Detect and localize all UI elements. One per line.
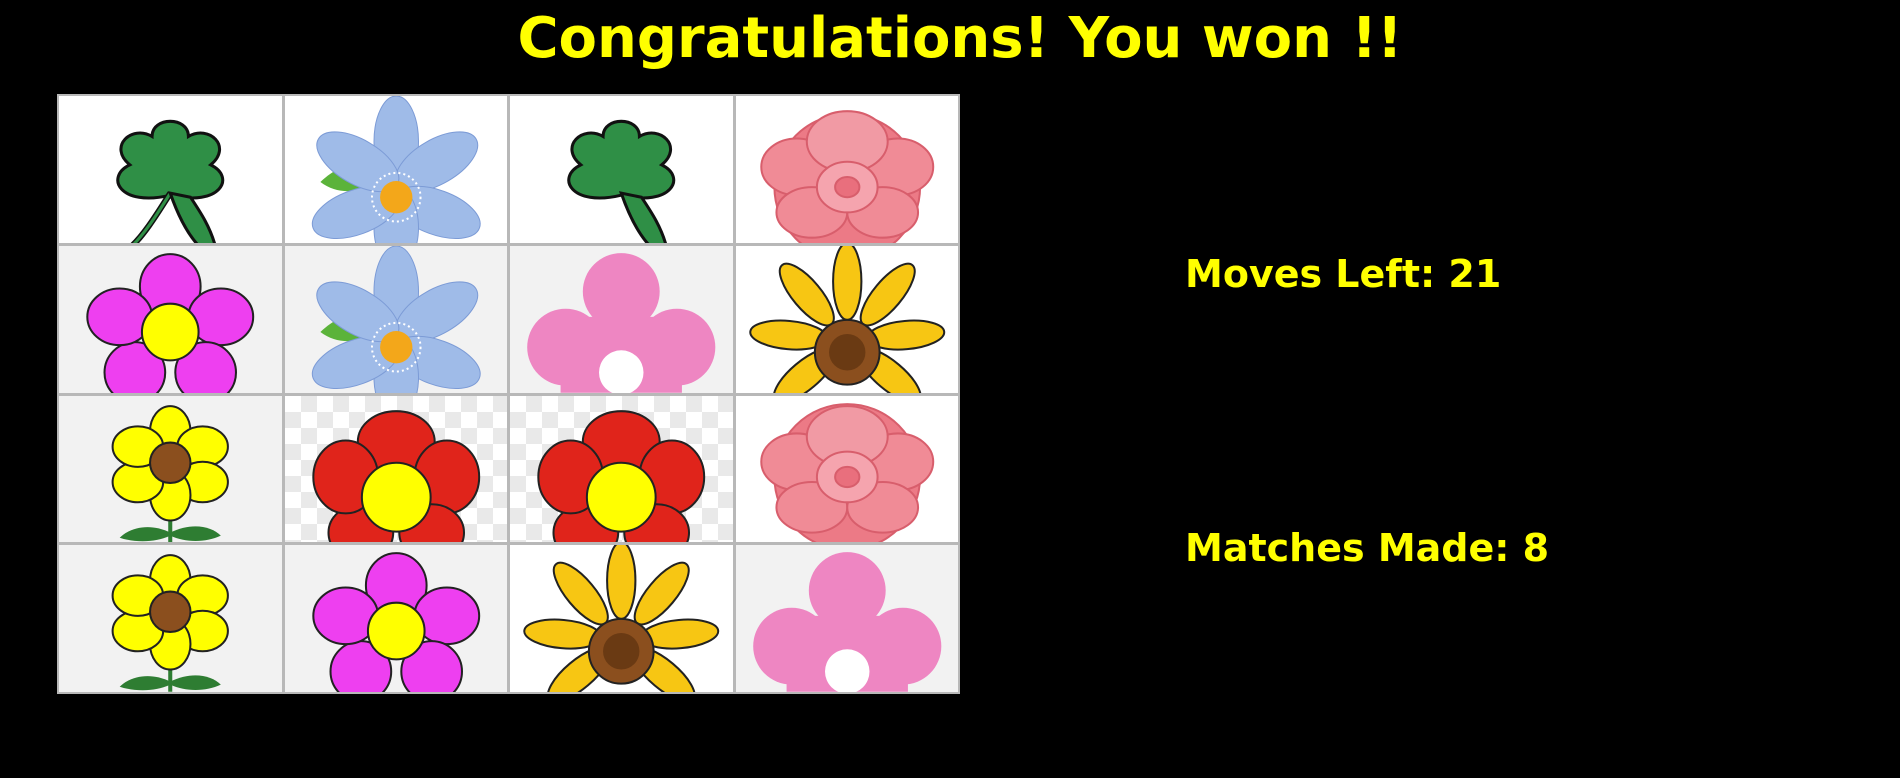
card-r1-c4[interactable] — [735, 96, 958, 243]
card-r4-c3[interactable] — [510, 545, 733, 692]
card-r4-c1[interactable] — [59, 545, 282, 692]
green-clover-icon — [116, 119, 224, 243]
magenta-flower-icon — [86, 252, 255, 393]
green-clover-icon — [567, 119, 675, 243]
pink-blossom-icon — [527, 252, 716, 393]
card-r2-c3[interactable] — [510, 245, 733, 393]
card-r1-c1[interactable] — [59, 96, 282, 243]
magenta-flower-icon — [311, 552, 480, 692]
pink-rose-icon — [759, 402, 934, 543]
card-r3-c3[interactable] — [510, 395, 733, 543]
moves-left-text: Moves Left: 21 — [1185, 252, 1502, 296]
card-r2-c2[interactable] — [284, 245, 507, 393]
card-r3-c2[interactable] — [284, 395, 507, 543]
sunflower-icon — [748, 245, 945, 393]
red-flower-icon — [537, 409, 706, 543]
yellow-daisy-icon — [111, 404, 229, 543]
matches-made-text: Matches Made: 8 — [1185, 526, 1550, 570]
blue-flower-icon — [311, 96, 481, 243]
card-r4-c4[interactable] — [735, 545, 958, 692]
win-message: Congratulations! You won !! — [517, 6, 1403, 71]
card-r1-c3[interactable] — [510, 96, 733, 243]
card-r1-c2[interactable] — [284, 96, 507, 243]
card-r2-c4[interactable] — [735, 245, 958, 393]
blue-flower-icon — [311, 245, 481, 393]
sunflower-icon — [523, 545, 720, 692]
pink-blossom-icon — [752, 552, 941, 692]
card-r3-c4[interactable] — [735, 395, 958, 543]
yellow-daisy-icon — [111, 554, 229, 692]
card-r2-c1[interactable] — [59, 245, 282, 393]
card-r4-c2[interactable] — [284, 545, 507, 692]
game-board — [57, 94, 960, 694]
card-r3-c1[interactable] — [59, 395, 282, 543]
red-flower-icon — [311, 409, 480, 543]
pink-rose-icon — [759, 110, 934, 243]
